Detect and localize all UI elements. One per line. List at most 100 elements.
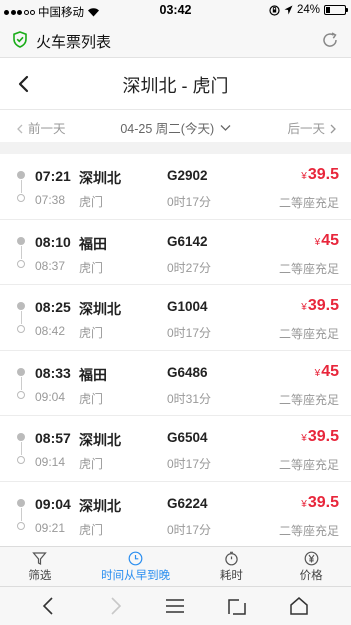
departure-time: 09:04 <box>35 495 71 512</box>
train-number: G6486 <box>167 364 208 380</box>
train-number: G1004 <box>167 299 208 314</box>
currency-symbol: ¥ <box>301 433 307 444</box>
train-row[interactable]: 08:10 08:37 福田 虎门 G6142 0时27分 ¥45 二等座充足 <box>0 220 351 285</box>
arrival-station: 虎门 <box>79 457 104 471</box>
arrival-station: 虎门 <box>79 522 104 537</box>
departure-station: 福田 <box>79 366 107 383</box>
arrival-dot <box>17 456 25 464</box>
next-day-label: 后一天 <box>287 122 325 136</box>
app-title: 火车票列表 <box>36 34 112 51</box>
trip-duration: 0时17分 <box>167 195 212 209</box>
train-row[interactable]: 07:21 07:38 深圳北 虎门 G2902 0时17分 ¥39.5 二等座… <box>0 154 351 220</box>
chevron-down-icon <box>220 125 231 131</box>
arrival-time: 09:04 <box>35 389 66 404</box>
price-sort-label: 价格 <box>299 570 323 582</box>
trip-duration: 0时17分 <box>167 522 212 537</box>
stopwatch-icon <box>225 551 238 566</box>
location-icon <box>284 5 293 15</box>
departure-station: 深圳北 <box>79 301 121 317</box>
sort-filter-bar: 筛选 时间从早到晚 耗时 价格 <box>0 546 351 586</box>
price-value: 39.5 <box>307 428 339 445</box>
current-date-label: 04-25 周二(今天) <box>120 122 215 136</box>
filter-tab[interactable]: 筛选 <box>0 547 80 586</box>
train-row[interactable]: 08:25 08:42 深圳北 虎门 G1004 0时17分 ¥39.5 二等座… <box>0 285 351 351</box>
ticket-price: ¥45 <box>315 363 339 381</box>
seat-availability: 二等座充足 <box>278 327 339 341</box>
arrival-dot <box>17 325 25 333</box>
ticket-price: ¥39.5 <box>301 166 339 184</box>
arrival-time: 08:37 <box>35 258 66 273</box>
arrival-time: 07:38 <box>35 193 66 207</box>
price-value: 39.5 <box>307 166 339 183</box>
currency-symbol: ¥ <box>301 302 307 313</box>
menu-icon[interactable] <box>164 595 186 617</box>
arrival-station: 虎门 <box>79 260 104 275</box>
arrival-dot <box>17 390 25 399</box>
tabs-icon[interactable] <box>226 595 248 617</box>
departure-dot <box>17 433 25 441</box>
app-bar: 火车票列表 <box>0 22 351 58</box>
home-icon[interactable] <box>288 595 310 617</box>
reload-icon[interactable] <box>320 30 340 50</box>
price-value: 39.5 <box>307 493 339 511</box>
arrival-station: 虎门 <box>79 195 104 209</box>
currency-symbol: ¥ <box>301 498 307 510</box>
arrival-time: 08:42 <box>35 324 66 338</box>
price-value: 45 <box>321 362 339 380</box>
ticket-price: ¥45 <box>315 232 339 250</box>
arrival-station: 虎门 <box>79 326 104 340</box>
departure-time: 08:57 <box>35 430 71 446</box>
train-number: G6224 <box>167 495 208 511</box>
departure-time: 08:10 <box>35 233 71 250</box>
ticket-price: ¥39.5 <box>301 428 339 446</box>
next-day-button[interactable]: 后一天 <box>287 118 337 137</box>
ticket-price: ¥39.5 <box>301 297 339 315</box>
route-header: 深圳北 - 虎门 <box>0 58 351 110</box>
chevron-right-icon <box>330 124 336 134</box>
yen-circle-icon <box>304 551 318 566</box>
route-title: 深圳北 - 虎门 <box>122 76 229 96</box>
arrival-time: 09:14 <box>35 455 66 469</box>
arrival-station: 虎门 <box>79 391 104 406</box>
currency-symbol: ¥ <box>314 367 321 379</box>
departure-station: 深圳北 <box>79 170 121 186</box>
arrival-dot <box>17 194 25 202</box>
train-row[interactable]: 09:04 09:21 深圳北 虎门 G6224 0时17分 ¥39.5 二等座… <box>0 482 351 547</box>
departure-time: 07:21 <box>35 168 71 184</box>
currency-symbol: ¥ <box>314 236 321 248</box>
train-number: G2902 <box>167 168 208 183</box>
train-row[interactable]: 08:57 09:14 深圳北 虎门 G6504 0时17分 ¥39.5 二等座… <box>0 416 351 482</box>
battery-icon <box>324 5 348 15</box>
departure-time: 08:25 <box>35 299 71 315</box>
clock-icon <box>128 551 143 566</box>
departure-time: 08:33 <box>35 364 71 381</box>
arrival-time: 09:21 <box>35 520 66 535</box>
train-number: G6504 <box>167 430 208 445</box>
seat-availability: 二等座充足 <box>278 261 339 276</box>
price-value: 45 <box>321 231 339 249</box>
train-list: 07:21 07:38 深圳北 虎门 G2902 0时17分 ¥39.5 二等座… <box>0 154 351 546</box>
price-sort-tab[interactable]: 价格 <box>271 547 351 586</box>
departure-station: 深圳北 <box>79 497 121 514</box>
duration-sort-tab[interactable]: 耗时 <box>191 547 271 586</box>
seat-availability: 二等座充足 <box>278 458 339 472</box>
time-sort-tab[interactable]: 时间从早到晚 <box>80 547 192 586</box>
time-sort-label: 时间从早到晚 <box>101 570 171 582</box>
browser-back-icon[interactable] <box>38 595 60 617</box>
browser-forward-icon[interactable] <box>104 595 126 617</box>
departure-station: 福田 <box>79 235 107 252</box>
trip-duration: 0时17分 <box>167 457 212 471</box>
seat-availability: 二等座充足 <box>278 196 339 210</box>
status-bar: 中国移动 03:42 24% <box>0 0 351 22</box>
departure-dot <box>17 498 25 507</box>
train-number: G6142 <box>167 233 208 249</box>
funnel-icon <box>32 552 48 565</box>
orientation-lock-icon <box>269 4 280 16</box>
trip-duration: 0时31分 <box>167 391 212 406</box>
departure-dot <box>17 302 25 310</box>
section-divider <box>0 142 351 154</box>
train-row[interactable]: 08:33 09:04 福田 虎门 G6486 0时31分 ¥45 二等座充足 <box>0 351 351 416</box>
filter-label: 筛选 <box>28 570 52 582</box>
arrival-dot <box>17 521 25 530</box>
trip-duration: 0时17分 <box>167 326 212 340</box>
